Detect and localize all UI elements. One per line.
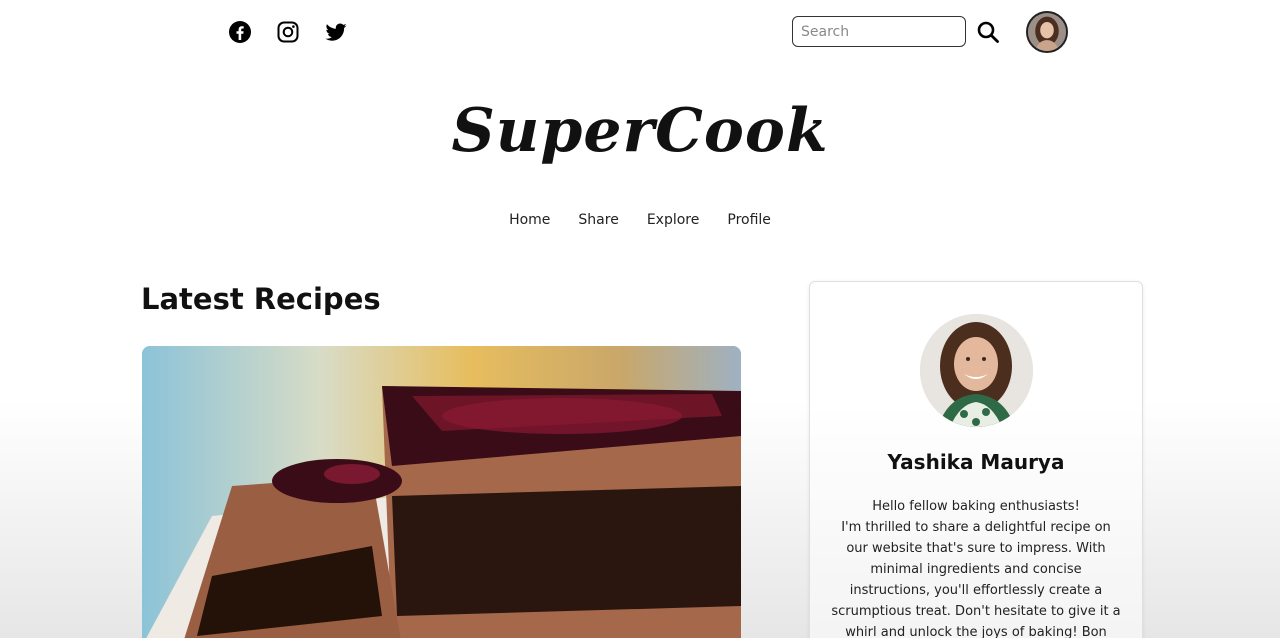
search-bar bbox=[792, 16, 1000, 47]
section-title: Latest Recipes bbox=[141, 282, 381, 316]
nav-item-profile[interactable]: Profile bbox=[727, 212, 771, 228]
search-input[interactable] bbox=[792, 16, 966, 47]
facebook-icon bbox=[229, 21, 251, 43]
profile-bio-body: I'm thrilled to share a delightful recip… bbox=[831, 520, 1121, 638]
profile-avatar-image bbox=[920, 314, 1033, 427]
profile-card: Yashika Maurya Hello fellow baking enthu… bbox=[809, 281, 1143, 638]
main-nav: Home Share Explore Profile bbox=[0, 212, 1280, 228]
nav-item-home[interactable]: Home bbox=[509, 212, 550, 228]
top-bar bbox=[0, 0, 1280, 64]
twitter-link[interactable] bbox=[324, 20, 348, 44]
twitter-icon bbox=[325, 23, 347, 41]
user-avatar[interactable] bbox=[1026, 11, 1068, 53]
search-icon bbox=[977, 21, 999, 43]
profile-bio: Hello fellow baking enthusiasts! I'm thr… bbox=[830, 496, 1122, 638]
search-button[interactable] bbox=[976, 20, 1000, 44]
user-avatar-image bbox=[1028, 13, 1066, 51]
profile-avatar[interactable] bbox=[920, 314, 1033, 427]
nav-item-share[interactable]: Share bbox=[578, 212, 618, 228]
recipe-card[interactable] bbox=[142, 346, 741, 638]
profile-bio-greeting: Hello fellow baking enthusiasts! bbox=[872, 499, 1080, 514]
recipe-image bbox=[142, 346, 741, 638]
nav-item-explore[interactable]: Explore bbox=[647, 212, 700, 228]
instagram-link[interactable] bbox=[276, 20, 300, 44]
social-links bbox=[228, 20, 348, 44]
facebook-link[interactable] bbox=[228, 20, 252, 44]
profile-name: Yashika Maurya bbox=[887, 450, 1065, 474]
instagram-icon bbox=[277, 21, 299, 43]
brand-title[interactable]: SuperCook bbox=[0, 96, 1280, 166]
